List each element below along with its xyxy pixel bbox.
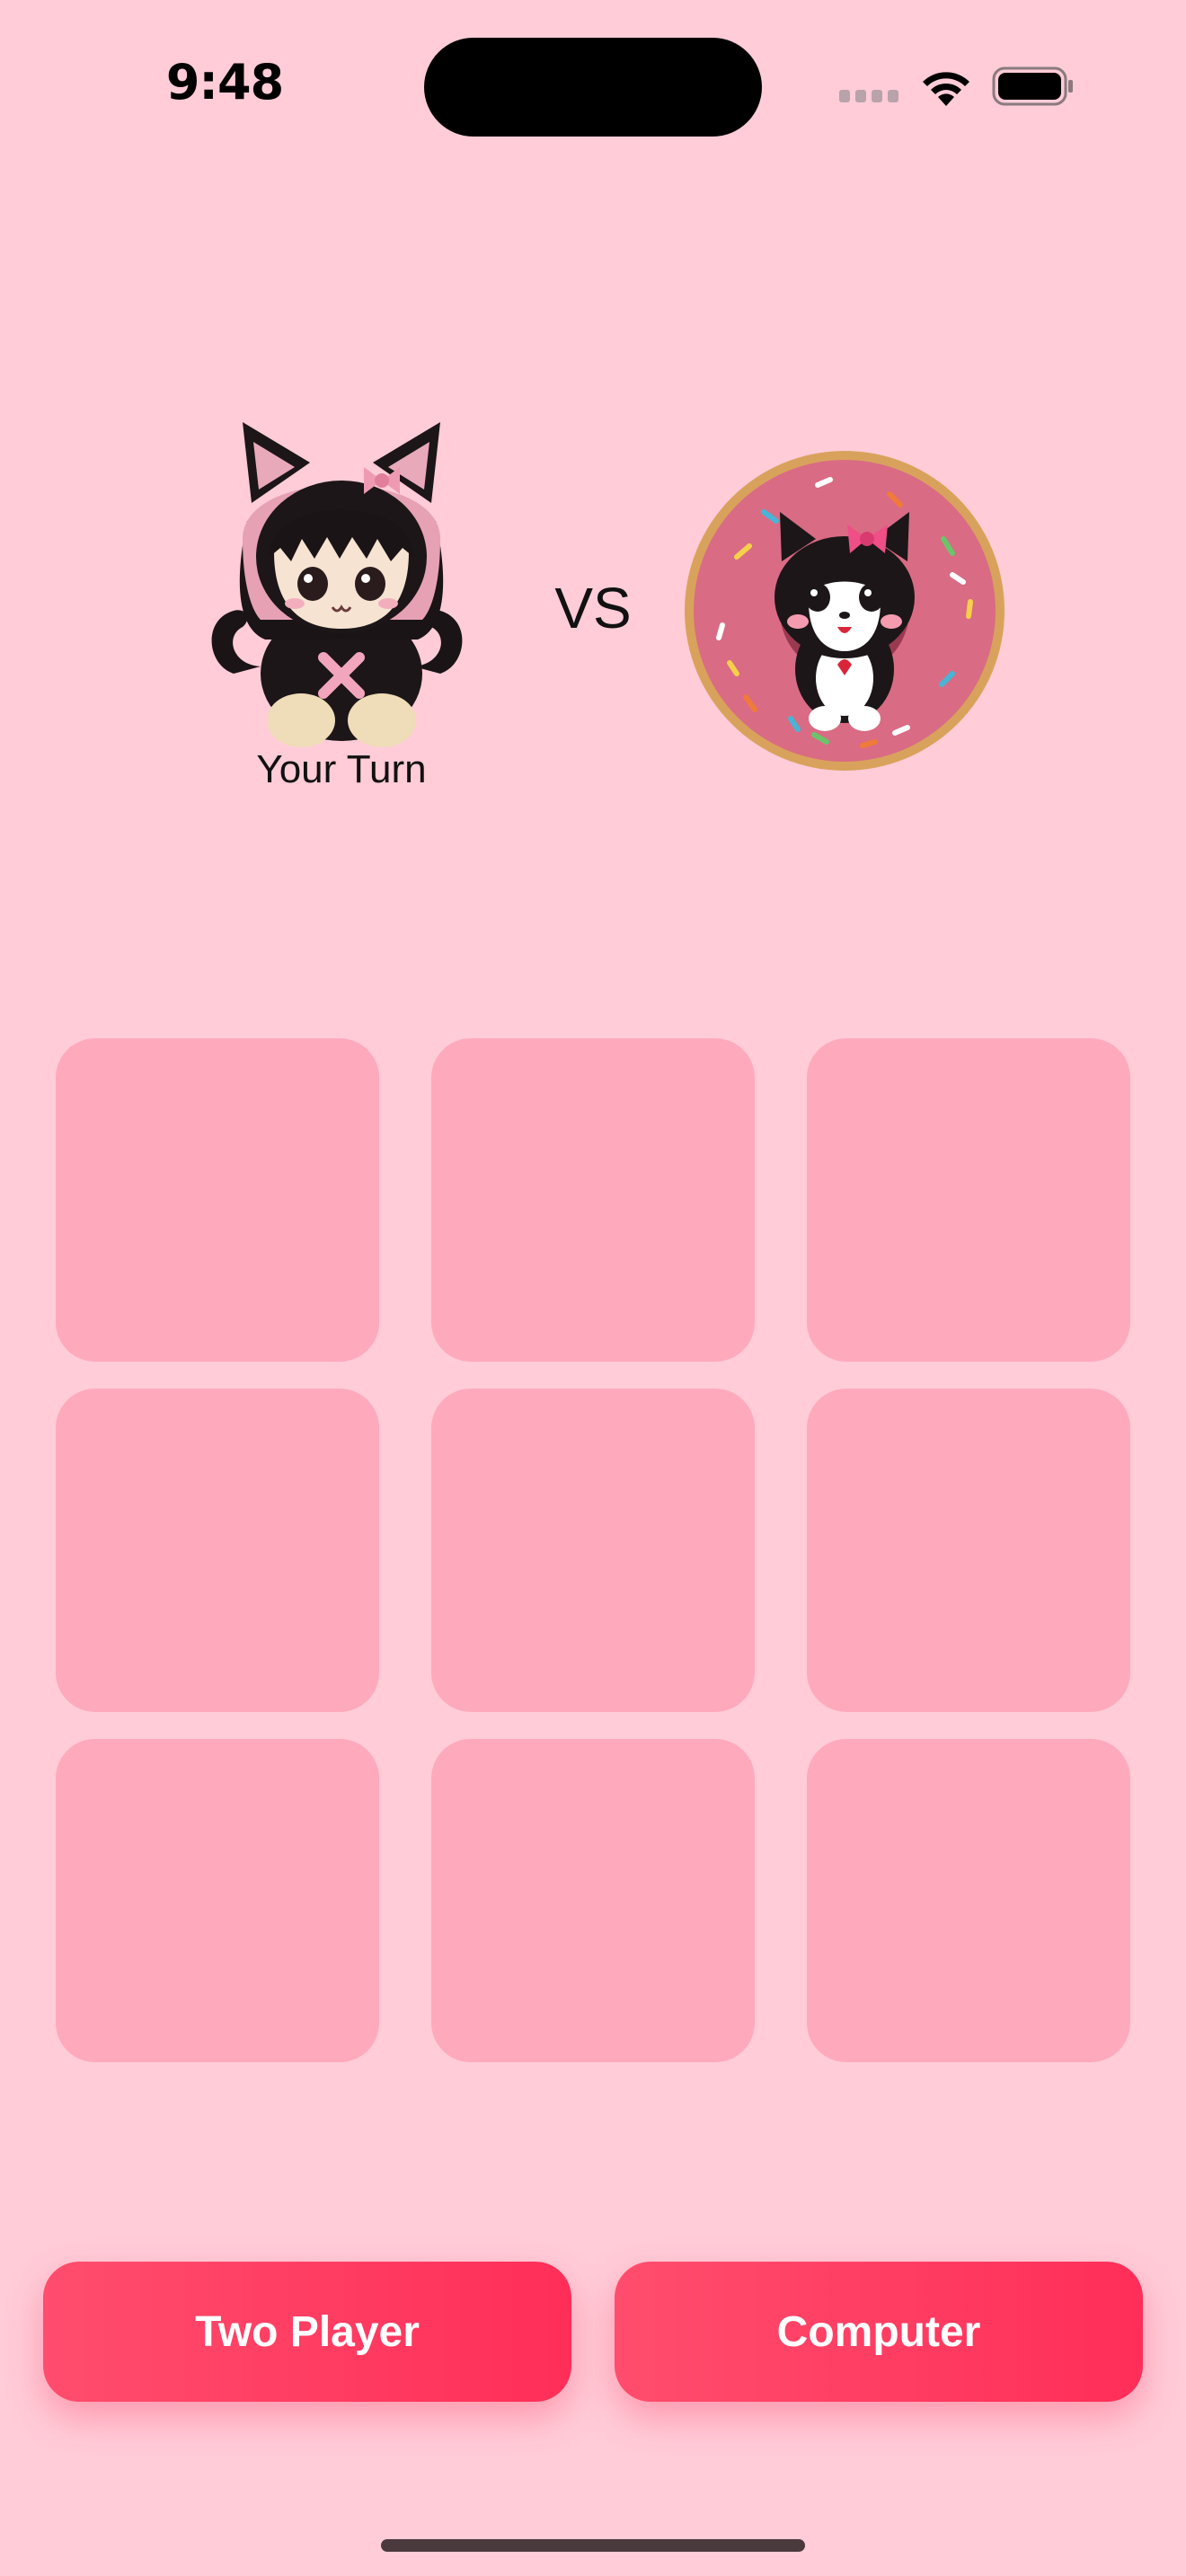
board-cell-3[interactable] [807, 1038, 1130, 1362]
board-cell-8[interactable] [431, 1739, 755, 2062]
kitten-doll-x-avatar [211, 422, 463, 747]
board-cell-6[interactable] [807, 1389, 1130, 1712]
board-cell-1[interactable] [56, 1038, 379, 1362]
board-cell-2[interactable] [431, 1038, 755, 1362]
signal-icon [839, 90, 900, 102]
home-indicator[interactable] [381, 2539, 805, 2552]
versus-label: VS [554, 576, 632, 640]
status-time: 9:48 [165, 54, 284, 110]
kitten-donut-o-avatar [685, 451, 1005, 771]
two-player-button[interactable]: Two Player [43, 2262, 571, 2402]
turn-indicator-label: Your Turn [256, 747, 427, 791]
board-cell-7[interactable] [56, 1739, 379, 2062]
computer-button[interactable]: Computer [615, 2262, 1143, 2402]
game-screen: 9:48 VS Your Turn Two Player Computer [0, 0, 1186, 2576]
board-cell-9[interactable] [807, 1739, 1130, 2062]
game-board [56, 1038, 1130, 2062]
status-bar: 9:48 [0, 0, 1186, 144]
wifi-icon [923, 72, 969, 106]
players-header: VS Your Turn [0, 377, 1186, 808]
board-cell-4[interactable] [56, 1389, 379, 1712]
dynamic-island [424, 38, 762, 137]
board-cell-5[interactable] [431, 1389, 755, 1712]
battery-icon [992, 66, 1073, 106]
